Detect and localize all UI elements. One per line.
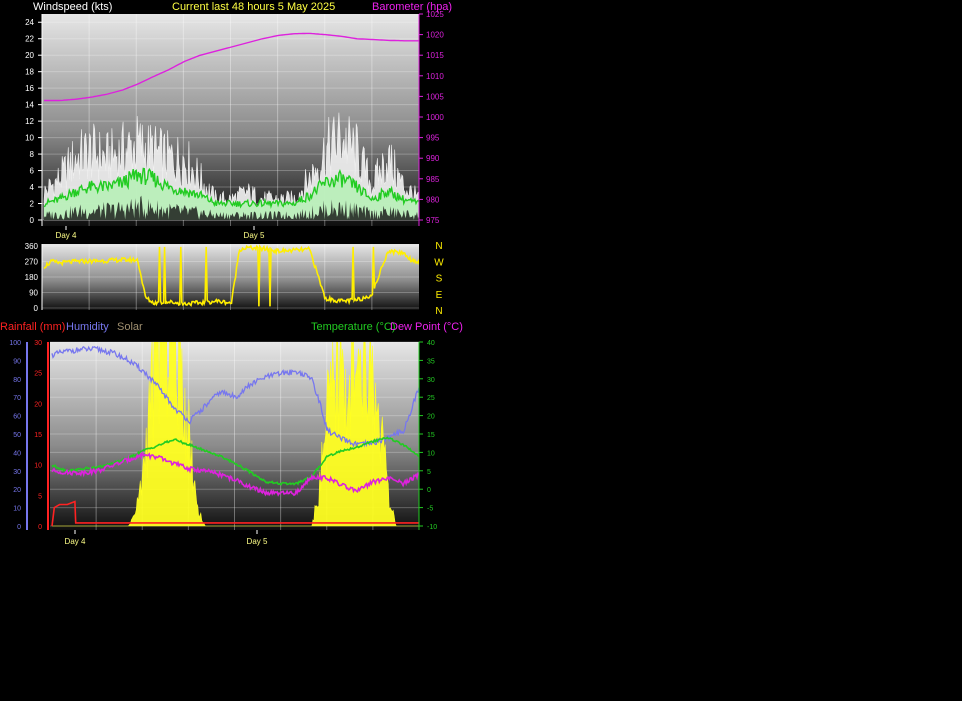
humidity-y-tick-label: 50 bbox=[13, 432, 21, 439]
wind-y-tick-label: 16 bbox=[25, 84, 34, 93]
legend-rainfall: Rainfall (mm) bbox=[0, 321, 65, 333]
humidity-y-ticks: 0 10 20 30 40 50 60 70 80 90 100 bbox=[9, 340, 21, 531]
wind-y-ticks: 024681012141618202224 bbox=[25, 18, 42, 225]
wind-y-tick-label: 12 bbox=[25, 117, 34, 126]
direction-y-ticks: 0 90 180 270 360 bbox=[25, 242, 39, 313]
barometer-y-tick-label: 1015 bbox=[426, 51, 444, 60]
temperature-y-tick-label: 35 bbox=[427, 358, 435, 365]
direction-y-tick-label: 180 bbox=[25, 273, 39, 282]
wind-x-labels: Day 4 Day 5 bbox=[56, 226, 265, 240]
weather-graphs: Windspeed (kts) Current last 48 hours 5 … bbox=[0, 1, 463, 546]
temperature-y-ticks: -10 -5 0 5 10 15 20 25 30 35 40 bbox=[419, 340, 437, 531]
wind-y-tick-label: 2 bbox=[30, 200, 35, 209]
barometer-y-tick-label: 985 bbox=[426, 175, 440, 184]
barometer-y-tick-label: 990 bbox=[426, 154, 440, 163]
wind-x-label: Day 4 bbox=[56, 231, 77, 240]
barometer-y-tick-label: 1020 bbox=[426, 31, 444, 40]
humidity-y-tick-label: 10 bbox=[13, 506, 21, 513]
wind-y-tick-label: 24 bbox=[25, 18, 34, 27]
direction-y-tick-label: 360 bbox=[25, 242, 39, 251]
barometer-y-tick-label: 995 bbox=[426, 134, 440, 143]
temperature-y-tick-label: 15 bbox=[427, 432, 435, 439]
rainfall-y-tick-label: 0 bbox=[38, 524, 42, 531]
direction-panel: 090180270360 NWSEN bbox=[25, 241, 445, 317]
humidity-y-tick-label: 100 bbox=[9, 340, 21, 347]
temperature-y-tick-label: -5 bbox=[427, 506, 433, 513]
barometer-y-tick-label: 1005 bbox=[426, 92, 444, 101]
wind-y-tick-label: 20 bbox=[25, 51, 34, 60]
wind-y-tick-label: 22 bbox=[25, 35, 34, 44]
direction-compass-label: N bbox=[435, 306, 442, 317]
temperature-y-tick-label: 5 bbox=[427, 469, 431, 476]
rainfall-y-tick-label: 30 bbox=[34, 340, 42, 347]
direction-compass-label: S bbox=[436, 274, 443, 285]
legend-dewpoint: Dew Point (°C) bbox=[390, 321, 463, 333]
header-windspeed-label: Windspeed (kts) bbox=[33, 1, 112, 13]
wind-y-tick-label: 0 bbox=[30, 216, 35, 225]
rainfall-y-tick-label: 25 bbox=[34, 371, 42, 378]
lower-x-labels: Day 4 Day 5 bbox=[65, 530, 268, 546]
wind-y-tick-label: 10 bbox=[25, 134, 34, 143]
humidity-y-tick-label: 80 bbox=[13, 377, 21, 384]
wind-y-tick-label: 4 bbox=[30, 183, 35, 192]
direction-compass-label: E bbox=[436, 290, 443, 301]
direction-compass-labels: NWSEN bbox=[434, 241, 444, 317]
humidity-y-tick-label: 20 bbox=[13, 487, 21, 494]
direction-y-tick-label: 0 bbox=[34, 304, 39, 313]
direction-y-tick-label: 90 bbox=[29, 289, 38, 298]
legend-temperature: Temperature (°C) bbox=[311, 321, 395, 333]
humidity-y-tick-label: 0 bbox=[17, 524, 21, 531]
legend-humidity: Humidity bbox=[66, 321, 109, 333]
barometer-y-tick-label: 1010 bbox=[426, 72, 444, 81]
lower-legend: Rainfall (mm) Humidity Solar Temperature… bbox=[0, 321, 463, 333]
temperature-y-tick-label: 40 bbox=[427, 340, 435, 347]
wind-y-tick-label: 6 bbox=[30, 167, 35, 176]
temperature-y-tick-label: 30 bbox=[427, 377, 435, 384]
lower-x-label: Day 4 bbox=[65, 537, 86, 546]
temperature-y-tick-label: 25 bbox=[427, 395, 435, 402]
wind-y-tick-label: 8 bbox=[30, 150, 35, 159]
temperature-y-tick-label: 20 bbox=[427, 414, 435, 421]
wind-panel: 024681012141618202224 975980985990995100… bbox=[25, 10, 444, 240]
temperature-y-tick-label: 0 bbox=[427, 487, 431, 494]
humidity-y-tick-label: 30 bbox=[13, 469, 21, 476]
humidity-y-tick-label: 90 bbox=[13, 358, 21, 365]
rainfall-y-tick-label: 5 bbox=[38, 493, 42, 500]
temperature-y-tick-label: -10 bbox=[427, 524, 437, 531]
rainfall-y-ticks: 0 5 10 15 20 25 30 bbox=[34, 340, 42, 531]
wind-y-tick-label: 14 bbox=[25, 101, 34, 110]
barometer-y-tick-label: 1000 bbox=[426, 113, 444, 122]
rainfall-y-tick-label: 20 bbox=[34, 401, 42, 408]
barometer-y-tick-label: 1025 bbox=[426, 10, 444, 19]
humidity-y-tick-label: 40 bbox=[13, 450, 21, 457]
humidity-y-tick-label: 70 bbox=[13, 395, 21, 402]
wind-x-label: Day 5 bbox=[244, 231, 265, 240]
rainfall-y-tick-label: 10 bbox=[34, 463, 42, 470]
direction-compass-label: N bbox=[435, 241, 442, 252]
humidity-y-tick-label: 60 bbox=[13, 414, 21, 421]
wind-y-tick-label: 18 bbox=[25, 68, 34, 77]
direction-y-tick-label: 270 bbox=[25, 258, 39, 267]
header-title: Current last 48 hours 5 May 2025 bbox=[172, 1, 335, 13]
lower-x-label: Day 5 bbox=[247, 537, 268, 546]
temperature-y-tick-label: 10 bbox=[427, 450, 435, 457]
barometer-y-tick-label: 975 bbox=[426, 216, 440, 225]
rainfall-y-tick-label: 15 bbox=[34, 432, 42, 439]
legend-solar: Solar bbox=[117, 321, 143, 333]
barometer-y-tick-label: 980 bbox=[426, 195, 440, 204]
direction-compass-label: W bbox=[434, 257, 444, 268]
barometer-y-ticks: 975 980 985 990 995 1000 1005 1010 1015 1020 1025 bbox=[419, 10, 444, 225]
